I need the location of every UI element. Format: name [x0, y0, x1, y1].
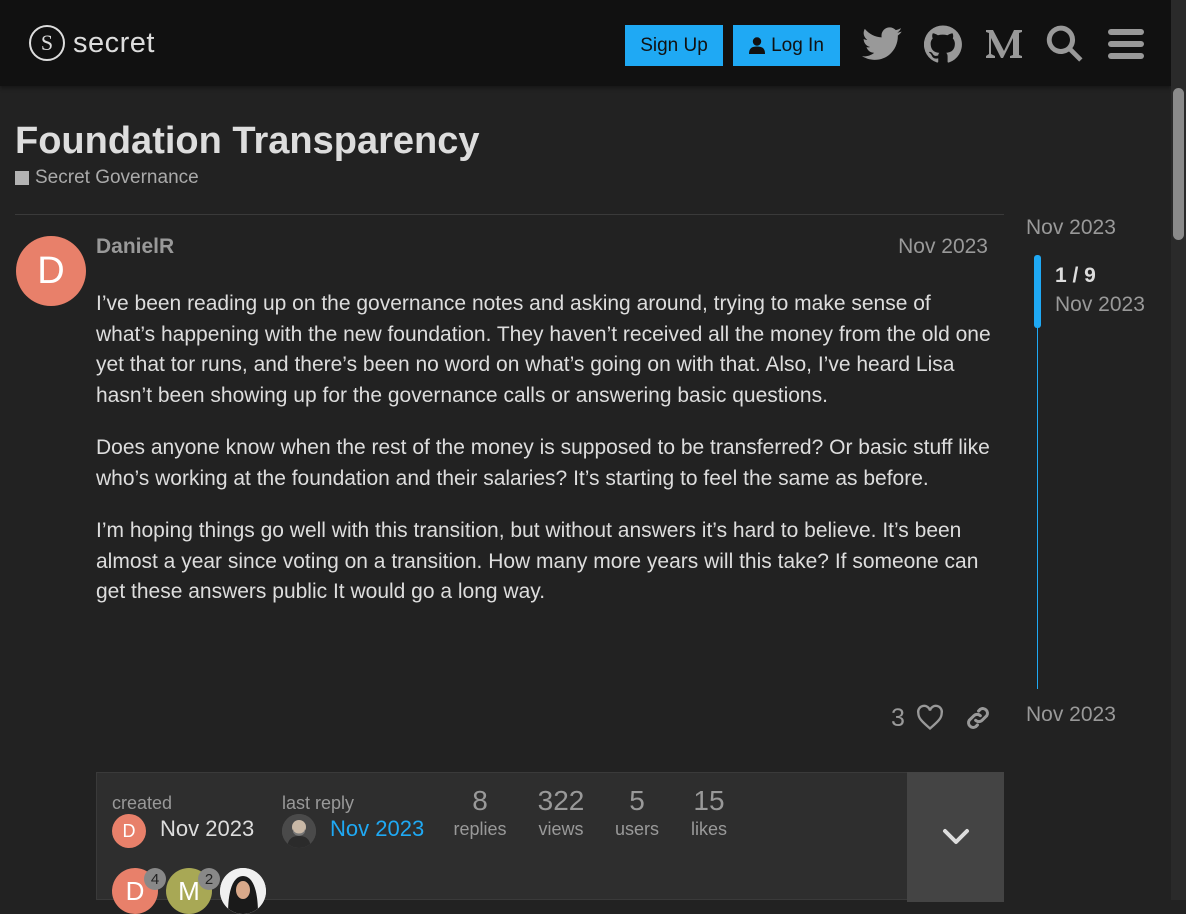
- participant-post-count: 2: [198, 868, 220, 890]
- scrollbar-thumb[interactable]: [1173, 88, 1184, 240]
- chevron-down-icon: [942, 829, 969, 844]
- stat-number: 15: [693, 785, 725, 816]
- sign-up-button[interactable]: Sign Up: [625, 25, 723, 66]
- like-count[interactable]: 3: [891, 704, 905, 733]
- stat-likes: 15 likes: [687, 785, 731, 840]
- log-in-label: Log In: [771, 34, 824, 56]
- log-in-button[interactable]: Log In: [733, 25, 840, 66]
- timeline-post-counter: 1 / 9: [1055, 264, 1096, 287]
- post-username[interactable]: DanielR: [96, 235, 174, 259]
- topic-map: created D Nov 2023 last reply Nov 2023 8…: [96, 772, 1004, 914]
- site-logo[interactable]: S secret: [29, 23, 155, 63]
- search-icon[interactable]: [1043, 22, 1087, 66]
- twitter-icon[interactable]: [860, 22, 904, 66]
- post-paragraph: Does anyone know when the rest of the mo…: [96, 436, 990, 490]
- topic-title[interactable]: Foundation Transparency: [15, 120, 480, 163]
- stat-label: views: [538, 819, 584, 839]
- post-paragraph: I’m hoping things go well with this tran…: [96, 519, 979, 603]
- category-badge[interactable]: Secret Governance: [15, 167, 199, 189]
- heart-icon[interactable]: [916, 704, 944, 737]
- post-date[interactable]: Nov 2023: [898, 235, 988, 259]
- stat-number: 322: [537, 785, 585, 816]
- created-label: created: [112, 793, 173, 813]
- link-icon[interactable]: [964, 704, 992, 737]
- timeline-current-date: Nov 2023: [1055, 293, 1145, 316]
- created-date: Nov 2023: [160, 816, 255, 841]
- participant-avatar[interactable]: [220, 868, 266, 914]
- category-label: Secret Governance: [35, 167, 199, 188]
- stat-label: users: [614, 819, 659, 839]
- expand-topic-map-button[interactable]: [907, 772, 1004, 902]
- title-divider: [15, 214, 1004, 215]
- creator-avatar[interactable]: D: [112, 814, 146, 848]
- last-reply-date[interactable]: Nov 2023: [330, 816, 424, 842]
- author-avatar[interactable]: D: [16, 236, 86, 306]
- timeline-start-date[interactable]: Nov 2023: [1026, 216, 1116, 240]
- medium-icon[interactable]: [982, 22, 1026, 66]
- user-icon: [749, 37, 766, 54]
- stat-number: 8: [472, 785, 488, 816]
- participant-post-count: 4: [144, 868, 166, 890]
- stat-views: 322 views: [533, 785, 589, 840]
- secret-logo-icon: S: [29, 25, 65, 61]
- site-header: S secret Sign Up Log In: [0, 0, 1171, 86]
- hamburger-menu-icon[interactable]: [1104, 22, 1148, 66]
- github-icon[interactable]: [921, 22, 965, 66]
- stat-replies: 8 replies: [449, 785, 511, 840]
- timeline-handle[interactable]: [1034, 255, 1041, 328]
- stat-label: replies: [453, 819, 507, 839]
- last-reply-label: last reply: [282, 793, 355, 813]
- logo-text: secret: [73, 26, 155, 59]
- category-color-swatch: [15, 171, 29, 185]
- timeline-end-date[interactable]: Nov 2023: [1026, 703, 1116, 727]
- post-paragraph: I’ve been reading up on the governance n…: [96, 292, 991, 407]
- stat-label: likes: [690, 819, 727, 839]
- page-scrollbar[interactable]: [1171, 0, 1186, 900]
- post-body: I’ve been reading up on the governance n…: [96, 289, 991, 630]
- last-reply-avatar[interactable]: [282, 814, 316, 848]
- stat-number: 5: [629, 785, 645, 816]
- stat-users: 5 users: [610, 785, 664, 840]
